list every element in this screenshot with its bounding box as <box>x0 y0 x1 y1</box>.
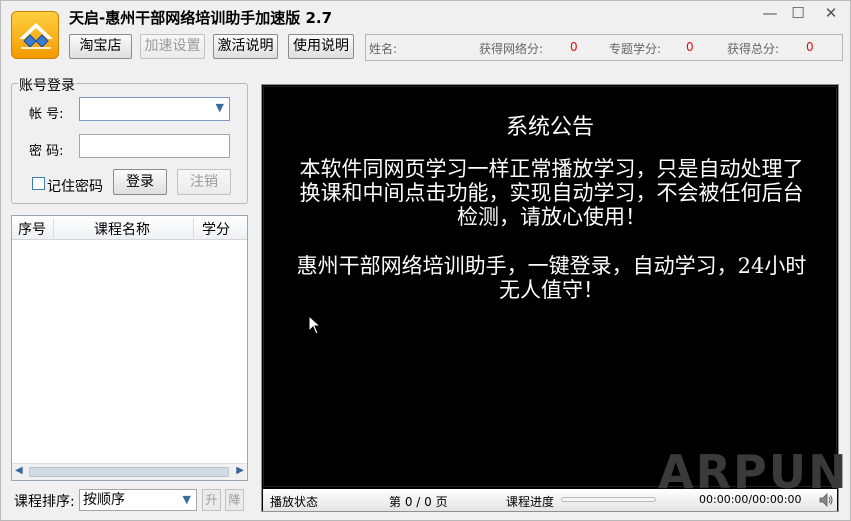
network-credit-value: 0 <box>570 40 578 54</box>
total-credit-label: 获得总分: <box>727 42 780 56</box>
account-select[interactable]: ▼ <box>79 97 230 121</box>
minimize-button[interactable]: — <box>756 3 784 23</box>
chevron-down-icon: ▼ <box>215 101 224 114</box>
network-credit-label: 获得网络分: <box>479 42 544 56</box>
page-indicator: 第 0 / 0 页 <box>389 495 448 509</box>
account-label: 帐 号: <box>29 107 64 122</box>
minimize-icon: — <box>762 4 778 22</box>
password-field[interactable] <box>79 134 230 158</box>
topic-credit-value: 0 <box>686 40 694 54</box>
maximize-icon: ☐ <box>791 4 805 22</box>
close-icon: ✕ <box>824 4 838 22</box>
activation-help-button[interactable]: 激活说明 <box>213 34 278 59</box>
player-screen[interactable]: 系统公告 本软件同网页学习一样正常播放学习，只是自动处理了换课和中间点击功能，实… <box>263 86 847 499</box>
notice-paragraph: 本软件同网页学习一样正常播放学习，只是自动处理了换课和中间点击功能，实现自动学习… <box>299 157 804 229</box>
course-list[interactable]: 序号 课程名称 学分 ◀ ▶ <box>11 215 248 481</box>
logout-button[interactable]: 注销 <box>177 169 231 195</box>
sort-ascending-button[interactable]: 升 <box>202 489 221 511</box>
main-window: 天启-惠州干部网络培训助手加速版 2.7 — ☐ ✕ 淘宝店 加速设置 激活说明… <box>0 0 851 521</box>
credits-panel: 姓名: 获得网络分: 0 专题学分: 0 获得总分: 0 <box>365 34 843 61</box>
course-progress-bar[interactable] <box>561 497 656 502</box>
chevron-down-icon: ▼ <box>182 493 191 506</box>
password-label: 密 码: <box>29 144 64 159</box>
remember-password-checkbox[interactable] <box>32 177 45 190</box>
player-control-bar: 播放状态 第 0 / 0 页 课程进度 00:00:00/00:00:00 <box>263 489 837 511</box>
sort-label: 课程排序: <box>14 494 75 510</box>
scroll-left-icon[interactable]: ◀ <box>15 465 23 476</box>
remember-password-label[interactable]: 记住密码 <box>47 176 103 196</box>
name-label: 姓名: <box>369 42 398 56</box>
course-progress-label: 课程进度 <box>506 495 555 509</box>
scroll-thumb[interactable] <box>29 467 229 477</box>
horizontal-scrollbar[interactable]: ◀ ▶ <box>12 463 247 480</box>
mouse-cursor-icon <box>308 315 322 335</box>
app-logo <box>11 11 59 59</box>
login-button[interactable]: 登录 <box>113 169 167 195</box>
column-divider <box>53 218 54 238</box>
maximize-button[interactable]: ☐ <box>784 3 812 23</box>
time-display: 00:00:00/00:00:00 <box>699 493 802 506</box>
usage-help-button[interactable]: 使用说明 <box>288 34 354 59</box>
total-credit-value: 0 <box>806 40 814 54</box>
scroll-right-icon[interactable]: ▶ <box>236 465 244 476</box>
column-header-credit[interactable]: 学分 <box>202 219 230 239</box>
login-group-title: 账号登录 <box>18 75 76 95</box>
column-divider <box>193 218 194 238</box>
notice-title: 系统公告 <box>505 115 594 140</box>
close-button[interactable]: ✕ <box>817 3 845 23</box>
video-player[interactable]: 系统公告 本软件同网页学习一样正常播放学习，只是自动处理了换课和中间点击功能，实… <box>261 84 847 512</box>
taobao-button[interactable]: 淘宝店 <box>69 34 132 59</box>
sort-descending-button[interactable]: 降 <box>225 489 244 511</box>
notice-paragraph: 惠州干部网络培训助手，一键登录，自动学习，24小时无人值守！ <box>296 254 807 302</box>
sort-select[interactable]: 按顺序 ▼ <box>79 489 197 511</box>
window-title: 天启-惠州干部网络培训助手加速版 2.7 <box>69 9 333 27</box>
course-list-header: 序号 课程名称 学分 <box>12 216 247 240</box>
column-header-course-name[interactable]: 课程名称 <box>94 219 150 239</box>
sort-selected-value: 按顺序 <box>83 492 125 508</box>
topic-credit-label: 专题学分: <box>609 42 662 56</box>
play-status-label: 播放状态 <box>270 495 319 509</box>
volume-icon[interactable] <box>818 492 834 508</box>
column-header-index[interactable]: 序号 <box>18 219 46 239</box>
speed-settings-button[interactable]: 加速设置 <box>140 34 205 59</box>
